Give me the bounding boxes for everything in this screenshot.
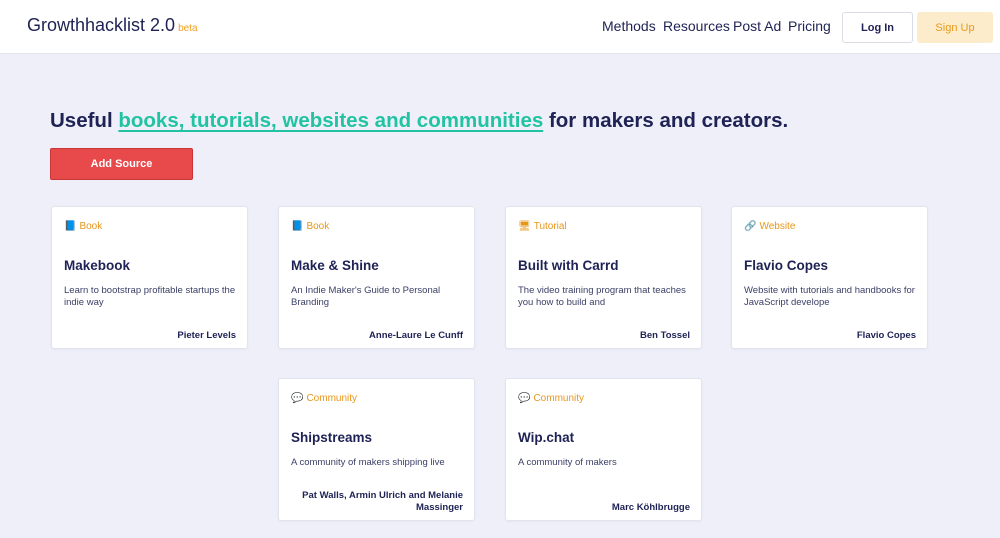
card-title: Makebook — [64, 258, 131, 273]
card-category: 💬 Community — [518, 393, 584, 404]
card-title: Shipstreams — [291, 430, 373, 445]
speech-bubble-icon: 💬 — [518, 392, 531, 404]
card-title: Built with Carrd — [518, 258, 619, 273]
card-title: Make & Shine — [291, 258, 379, 273]
link-icon: 🔗 — [744, 220, 757, 232]
resource-card[interactable]: 📘 Book Make & Shine An Indie Maker's Guid… — [278, 206, 475, 349]
card-author: Pieter Levels — [177, 330, 236, 341]
resource-card[interactable]: 🖥 Tutorial Built with Carrd The video tra… — [505, 206, 702, 349]
beta-badge: beta — [178, 23, 198, 34]
nav-post-ad[interactable]: Post Ad — [733, 18, 781, 34]
login-button[interactable]: Log In — [842, 12, 913, 43]
card-category: 📘 Book — [64, 221, 102, 232]
card-description: Website with tutorials and handbooks for… — [744, 285, 915, 308]
category-label: Community — [306, 393, 358, 404]
card-author: Pat Walls, Armin Ulrich and Melanie Mass… — [302, 490, 463, 513]
card-description: An Indie Maker's Guide to Personal Brand… — [291, 285, 441, 308]
resource-card[interactable]: 💬 Community Shipstreams A community of ma… — [278, 378, 475, 521]
card-category: 📘 Book — [291, 221, 329, 232]
card-author: Marc Köhlbrugge — [611, 502, 690, 513]
card-author: Ben Tossel — [640, 330, 690, 341]
speech-bubble-icon: 💬 — [291, 392, 304, 404]
book-icon: 📘 — [64, 220, 77, 232]
card-title: Wip.chat — [518, 430, 575, 445]
category-label: Website — [759, 221, 796, 232]
card-category: 🔗 Website — [744, 221, 795, 232]
add-source-button[interactable]: Add Source — [50, 148, 193, 180]
category-label: Book — [79, 221, 103, 232]
card-description: The video training program that teaches … — [518, 285, 686, 308]
headline-suffix: for makers and creators. — [543, 109, 789, 132]
nav-methods[interactable]: Methods — [602, 18, 656, 34]
category-label: Tutorial — [533, 221, 567, 232]
card-author: Anne-Laure Le Cunff — [369, 330, 463, 341]
logo-text: Growthhacklist 2.0 — [27, 15, 176, 35]
nav-resources[interactable]: Resources — [663, 18, 730, 34]
resource-card[interactable]: 💬 Community Wip.chat A community of maker… — [505, 378, 702, 521]
card-category: 🖥 Tutorial — [518, 221, 567, 232]
card-description: Learn to bootstrap profitable startups t… — [64, 285, 236, 308]
resource-card[interactable]: 📘 Book Makebook Learn to bootstrap profit… — [51, 206, 248, 349]
book-icon: 📘 — [291, 220, 304, 232]
card-title: Flavio Copes — [744, 258, 829, 273]
headline-prefix: Useful — [50, 109, 119, 132]
card-description: A community of makers shipping live — [291, 457, 445, 468]
nav-pricing[interactable]: Pricing — [788, 18, 831, 34]
top-navbar: Growthhacklist 2.0 beta Methods Resources… — [0, 0, 1000, 54]
card-description: A community of makers — [518, 457, 617, 468]
category-label: Book — [306, 221, 330, 232]
site-logo[interactable]: Growthhacklist 2.0 beta — [27, 15, 198, 36]
headline-categories-link[interactable]: books, tutorials, websites and communiti… — [118, 109, 543, 132]
resource-card[interactable]: 🔗 Website Flavio Copes Website with tutor… — [731, 206, 928, 349]
category-label: Community — [533, 393, 585, 404]
card-category: 💬 Community — [291, 393, 357, 404]
page-headline: Useful books, tutorials, websites and co… — [50, 109, 788, 133]
card-author: Flavio Copes — [856, 330, 916, 341]
computer-icon: 🖥 — [518, 220, 531, 232]
signup-button[interactable]: Sign Up — [917, 12, 993, 43]
